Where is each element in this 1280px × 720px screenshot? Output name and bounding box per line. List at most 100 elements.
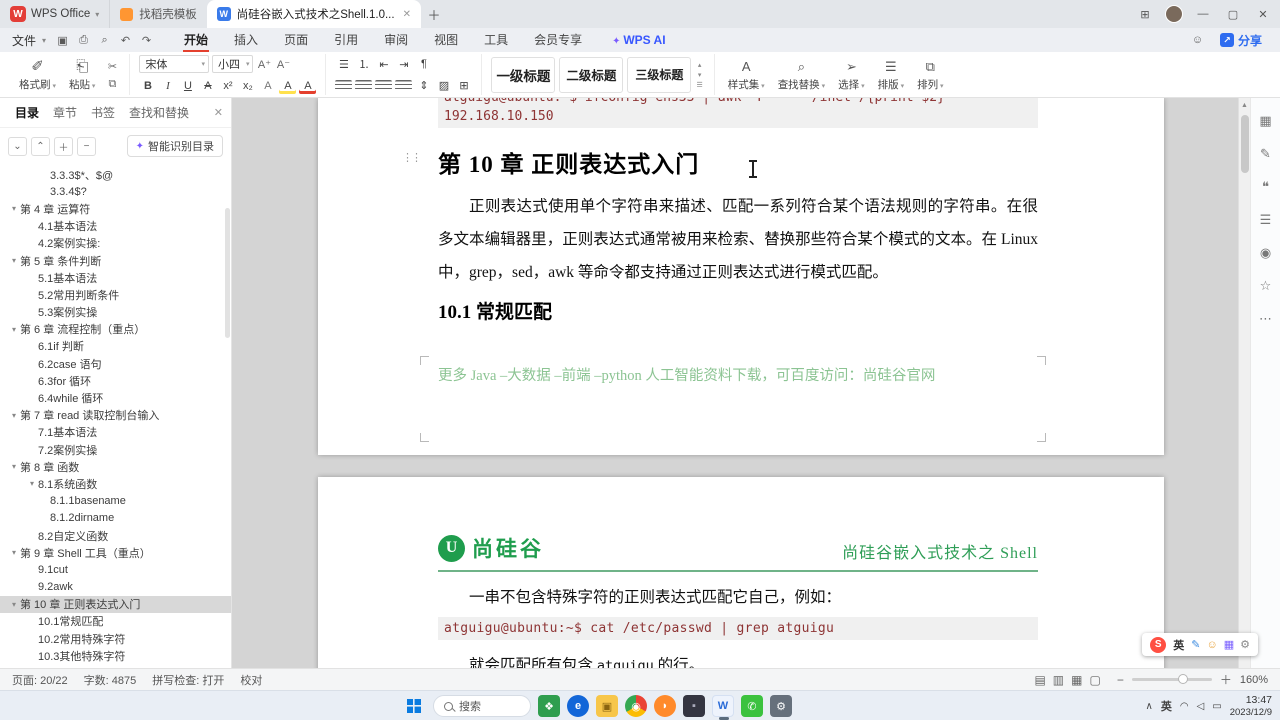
ime-mode-toggle[interactable]: 英	[1173, 637, 1184, 653]
menu-tab[interactable]: 开始	[171, 28, 221, 52]
menu-tab[interactable]: 插入	[221, 28, 271, 52]
toc-item[interactable]: 第 5 章 条件判断	[0, 252, 231, 269]
clear-format-button[interactable]: A	[259, 77, 276, 94]
taskbar-firefox-icon[interactable]: ◗	[654, 695, 676, 717]
search-input[interactable]	[459, 700, 511, 712]
menu-tab[interactable]: 工具	[471, 28, 521, 52]
styles-set-button[interactable]: A 样式集	[724, 56, 769, 93]
side-more-icon[interactable]: ⋯	[1257, 310, 1275, 328]
taskbar-file-explorer-icon[interactable]: ▣	[596, 695, 618, 717]
wifi-icon[interactable]: ◠	[1180, 701, 1189, 712]
close-button[interactable]: ✕	[1248, 0, 1278, 28]
scroll-up-icon[interactable]: ▲	[1241, 98, 1248, 109]
menu-tab[interactable]: 视图	[421, 28, 471, 52]
apps-grid-icon[interactable]: ⊞	[1130, 0, 1160, 28]
quick-access-icon[interactable]: ↶	[115, 34, 136, 47]
toc-nav-button[interactable]: ＋	[54, 136, 73, 156]
pane-tab[interactable]: 书签	[84, 104, 122, 121]
bold-button[interactable]: B	[139, 77, 156, 94]
cut-icon[interactable]: ✂	[104, 60, 120, 73]
font-name-input[interactable]	[145, 58, 200, 70]
wps-menu-button[interactable]: W WPS Office ▾	[8, 6, 109, 22]
toc-item[interactable]: 9.2awk	[0, 579, 231, 596]
toc-nav-button[interactable]: ⌄	[8, 136, 27, 156]
sogou-skin-icon[interactable]: ▦	[1224, 638, 1234, 651]
avatar[interactable]	[1165, 5, 1183, 23]
align-center-button[interactable]	[355, 80, 373, 90]
start-button[interactable]	[402, 694, 426, 718]
taskbar-wps-icon[interactable]: W	[712, 695, 734, 720]
sogou-logo-icon[interactable]: S	[1150, 636, 1167, 653]
ime-indicator[interactable]: 英	[1161, 698, 1172, 714]
taskbar-clock[interactable]: 13:47 2023/12/9	[1230, 694, 1272, 718]
taskbar-search[interactable]	[433, 695, 531, 717]
gallery-up-icon[interactable]: ▴	[696, 61, 702, 69]
toc-nav-button[interactable]: ⌃	[31, 136, 50, 156]
toc-item[interactable]: 第 10 章 正则表达式入门	[0, 595, 231, 613]
toc-item[interactable]: 8.1.1basename	[0, 493, 231, 510]
sidebar-scrollbar[interactable]	[225, 162, 230, 658]
web-view-icon[interactable]: ▥	[1053, 673, 1064, 687]
numbered-list-button[interactable]: ⒈	[355, 56, 372, 73]
bullet-list-button[interactable]: ☰	[335, 56, 352, 73]
battery-icon[interactable]: ▭	[1212, 701, 1221, 712]
highlight-color-button[interactable]: A	[279, 77, 296, 94]
fullscreen-view-icon[interactable]: ▢	[1089, 673, 1100, 687]
toc-item[interactable]: 9.1cut	[0, 561, 231, 578]
new-tab-button[interactable]: ＋	[421, 5, 447, 24]
toc-item[interactable]: 5.3案例实操	[0, 304, 231, 321]
toc-item[interactable]: 3.3.4$?	[0, 183, 231, 200]
arrange-button[interactable]: ⧉ 排列	[913, 56, 947, 93]
style-preset[interactable]: 一级标题	[491, 56, 556, 93]
menu-tab[interactable]: 审阅	[371, 28, 421, 52]
quick-access-icon[interactable]: ↷	[136, 34, 157, 47]
sogou-toolbox-icon[interactable]: ⚙	[1240, 638, 1250, 651]
toc-item[interactable]: 7.2案例实操	[0, 441, 231, 458]
toc-item[interactable]: 6.2case 语句	[0, 355, 231, 372]
smart-toc-button[interactable]: ✦ 智能识别目录	[126, 135, 223, 157]
align-right-button[interactable]	[375, 80, 393, 90]
font-size-input[interactable]	[217, 58, 244, 70]
quick-access-icon[interactable]: ⎙	[73, 34, 94, 47]
typeset-button[interactable]: ☰ 排版	[874, 56, 908, 93]
outdent-button[interactable]: ⇤	[375, 56, 392, 73]
toc-item[interactable]: 8.1.2dirname	[0, 510, 231, 527]
menu-tab[interactable]: WPS AI	[599, 28, 678, 52]
subscript-button[interactable]: x₂	[239, 77, 256, 94]
side-favorites-icon[interactable]: ☆	[1257, 277, 1275, 295]
toc-item[interactable]: 7.1基本语法	[0, 424, 231, 441]
copy-icon[interactable]: ⧉	[104, 78, 120, 91]
side-edit-icon[interactable]: ✎	[1257, 145, 1275, 163]
font-name-select[interactable]	[139, 55, 209, 73]
pane-close-icon[interactable]: ✕	[214, 106, 223, 119]
document-scrollbar[interactable]: ▲	[1238, 98, 1250, 668]
taskbar-wechat-icon[interactable]: ✆	[741, 695, 763, 717]
volume-icon[interactable]: ◁	[1197, 701, 1205, 712]
toc-item[interactable]: 第 8 章 函数	[0, 458, 231, 475]
toc-item[interactable]: 10.2常用特殊字符	[0, 630, 231, 647]
toc-item[interactable]: 第 4 章 运算符	[0, 200, 231, 217]
share-button[interactable]: ↗ 分享	[1219, 32, 1262, 49]
toc-item[interactable]: 6.1if 判断	[0, 338, 231, 355]
quick-access-icon[interactable]: ⌕	[94, 34, 115, 47]
underline-button[interactable]: U	[179, 77, 196, 94]
paste-button[interactable]: ⎗ 粘贴	[65, 56, 99, 93]
word-count[interactable]: 字数: 4875	[84, 672, 137, 688]
document-canvas[interactable]: atguigu@ubuntu:~$ ifconfig ens33 | awk -…	[232, 98, 1250, 668]
toc-item[interactable]: 第 6 章 流程控制（重点）	[0, 321, 231, 338]
sogou-emoji-icon[interactable]: ☺	[1206, 639, 1217, 651]
side-comment-icon[interactable]: ❝	[1257, 178, 1275, 196]
tray-expand-icon[interactable]: ∧	[1146, 701, 1153, 712]
toc-item[interactable]: 4.2案例实操:	[0, 235, 231, 252]
maximize-button[interactable]: ▢	[1218, 0, 1248, 28]
tab-close-icon[interactable]: ✕	[403, 9, 411, 20]
taskbar-settings-icon[interactable]: ⚙	[770, 695, 792, 717]
tab-document[interactable]: W 尚硅谷嵌入式技术之Shell.1.0... ✕	[206, 0, 421, 28]
gallery-down-icon[interactable]: ▾	[696, 71, 702, 79]
scrollbar-thumb[interactable]	[1240, 115, 1249, 173]
toc-item[interactable]: 6.3for 循环	[0, 372, 231, 389]
style-preset[interactable]: 三级标题	[627, 56, 692, 93]
smiley-feedback-icon[interactable]: ☺	[1187, 34, 1208, 46]
superscript-button[interactable]: x²	[219, 77, 236, 94]
menu-tab[interactable]: 页面	[271, 28, 321, 52]
